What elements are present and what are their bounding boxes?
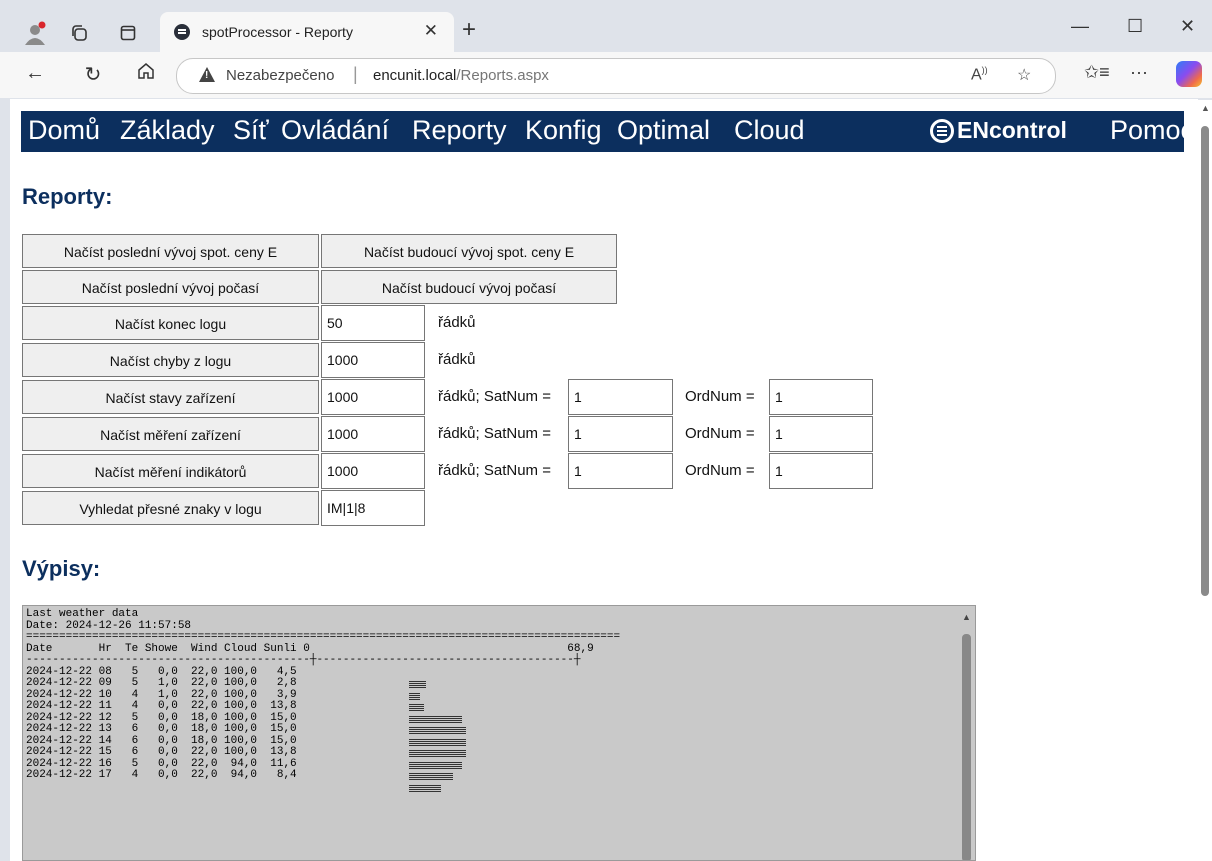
device-measurements-rows-input[interactable]: 1000 (321, 416, 425, 452)
sunlight-bar (409, 772, 454, 780)
load-device-states-button[interactable]: Načíst stavy zařízení (22, 380, 319, 414)
load-log-end-button[interactable]: Načíst konec logu (22, 306, 319, 340)
page-scroll-thumb[interactable] (1201, 126, 1209, 596)
nav-item-zaklady[interactable]: Základy (120, 115, 215, 146)
rows-satnum-label: řádků; SatNum = (438, 462, 551, 479)
rows-satnum-label: řádků; SatNum = (438, 388, 551, 405)
output-line: Last weather data (26, 608, 139, 620)
read-aloud-icon[interactable]: A)) (971, 65, 988, 84)
minimize-icon[interactable]: — (1071, 16, 1089, 37)
load-indicator-measurements-button[interactable]: Načíst měření indikátorů (22, 454, 319, 488)
output-line: 2024-12-22 17 4 0,0 22,0 94,0 8,4 (26, 769, 297, 781)
nav-item-optimal[interactable]: Optimal (617, 115, 710, 146)
sunlight-bar (409, 737, 467, 746)
ordnum-label: OrdNum = (685, 462, 755, 479)
encontrol-logo-icon (930, 119, 954, 143)
load-future-weather-button[interactable]: Načíst budoucí vývoj počasí (321, 270, 617, 304)
output-textarea[interactable]: Last weather data Date: 2024-12-26 11:57:… (22, 605, 976, 861)
device-measurements-satnum-input[interactable]: 1 (568, 416, 673, 452)
tab-title: spotProcessor - Reporty (202, 24, 353, 40)
sunlight-bar (409, 760, 462, 769)
sunlight-bar (409, 726, 467, 734)
rows-label: řádků (438, 351, 476, 368)
maximize-icon[interactable]: ☐ (1127, 16, 1143, 37)
rows-satnum-label: řádků; SatNum = (438, 425, 551, 442)
device-measurements-ordnum-input[interactable]: 1 (769, 416, 873, 452)
active-tab[interactable]: spotProcessor - Reporty ✕ (160, 12, 454, 52)
more-options-icon[interactable]: ··· (1130, 62, 1148, 83)
url-text[interactable]: encunit.local/Reports.aspx (373, 67, 549, 84)
site-favicon-icon (174, 24, 190, 40)
scroll-up-icon[interactable]: ▲ (962, 612, 971, 622)
new-tab-icon[interactable]: + (462, 18, 476, 42)
web-page: Domů Základy Síť Ovládání Reporty Konfig… (10, 99, 1198, 861)
output-line: 2024-12-22 15 6 0,0 22,0 100,0 13,8 (26, 746, 297, 758)
nav-item-domu[interactable]: Domů (28, 115, 100, 146)
nav-item-konfig[interactable]: Konfig (525, 115, 602, 146)
nav-item-cloud[interactable]: Cloud (734, 115, 805, 146)
output-line: 2024-12-22 13 6 0,0 18,0 100,0 15,0 (26, 723, 297, 735)
sunlight-bar (409, 691, 420, 700)
device-states-rows-input[interactable]: 1000 (321, 379, 425, 415)
device-states-ordnum-input[interactable]: 1 (769, 379, 873, 415)
workspaces-icon[interactable] (66, 20, 92, 46)
load-last-weather-button[interactable]: Načíst poslední vývoj počasí (22, 270, 319, 304)
window-close-icon[interactable]: ✕ (1180, 16, 1195, 37)
output-line: ----------------------------------------… (26, 654, 581, 666)
output-scroll-thumb[interactable] (962, 634, 971, 860)
output-line: 2024-12-22 11 4 0,0 22,0 100,0 13,8 (26, 700, 297, 712)
sunlight-bar (409, 783, 442, 792)
log-errors-rows-input[interactable]: 1000 (321, 342, 425, 378)
indicator-measurements-satnum-input[interactable]: 1 (568, 453, 673, 489)
profile-icon[interactable] (22, 20, 48, 46)
nav-item-pomoc[interactable]: Pomoc (1110, 115, 1194, 146)
insecure-label[interactable]: Nezabezpečeno (226, 67, 334, 84)
encontrol-logo[interactable]: ENcontrol (930, 117, 1067, 144)
log-end-rows-input[interactable]: 50 (321, 305, 425, 341)
reload-icon[interactable]: ↻ (80, 62, 106, 87)
output-scrollbar[interactable]: ▲ (958, 606, 975, 860)
sunlight-bar (409, 680, 427, 688)
load-device-measurements-button[interactable]: Načíst měření zařízení (22, 417, 319, 451)
output-text: Last weather data Date: 2024-12-26 11:57:… (26, 608, 621, 782)
load-last-spot-button[interactable]: Načíst poslední vývoj spot. ceny E (22, 234, 319, 268)
indicator-measurements-ordnum-input[interactable]: 1 (769, 453, 873, 489)
nav-item-reporty[interactable]: Reporty (412, 115, 507, 146)
home-icon[interactable] (133, 62, 159, 86)
nav-item-sit[interactable]: Síť (233, 115, 269, 146)
copilot-icon[interactable] (1176, 61, 1202, 87)
tab-actions-icon[interactable] (115, 20, 141, 46)
device-states-satnum-input[interactable]: 1 (568, 379, 673, 415)
sunlight-bar (409, 749, 467, 757)
load-log-errors-button[interactable]: Načíst chyby z logu (22, 343, 319, 377)
indicator-measurements-rows-input[interactable]: 1000 (321, 453, 425, 489)
output-line: ========================================… (26, 631, 621, 643)
page-scrollbar[interactable]: ▲ (1198, 100, 1212, 861)
url-host: encunit.local (373, 67, 457, 84)
favorites-icon[interactable]: ✩≡ (1084, 62, 1110, 83)
output-heading: Výpisy: (22, 556, 101, 581)
tab-close-icon[interactable]: ✕ (424, 21, 438, 41)
url-bar[interactable]: ! Nezabezpečeno | encunit.local/Reports.… (176, 58, 1056, 94)
nav-item-ovladani[interactable]: Ovládání (281, 115, 389, 146)
back-icon[interactable]: ← (22, 62, 48, 85)
rows-label: řádků (438, 314, 476, 331)
search-log-button[interactable]: Vyhledat přesné znaky v logu (22, 491, 319, 525)
site-nav-bar: Domů Základy Síť Ovládání Reporty Konfig… (21, 111, 1194, 152)
ordnum-label: OrdNum = (685, 388, 755, 405)
load-future-spot-button[interactable]: Načíst budoucí vývoj spot. ceny E (321, 234, 617, 268)
url-separator: | (353, 64, 358, 84)
ordnum-label: OrdNum = (685, 425, 755, 442)
output-line: 2024-12-22 09 5 1,0 22,0 100,0 2,8 (26, 677, 297, 689)
address-toolbar: ← ↻ ! Nezabezpečeno | encunit.local/Repo… (0, 52, 1212, 98)
url-path: /Reports.aspx (456, 67, 549, 84)
sunlight-bar (409, 703, 424, 711)
page-scroll-up-icon[interactable]: ▲ (1201, 103, 1210, 113)
sunlight-bar (409, 714, 462, 723)
favorite-star-icon[interactable]: ☆ (1017, 65, 1031, 85)
search-log-input[interactable]: IM|1|8 (321, 490, 425, 526)
reports-heading: Reporty: (22, 184, 113, 209)
